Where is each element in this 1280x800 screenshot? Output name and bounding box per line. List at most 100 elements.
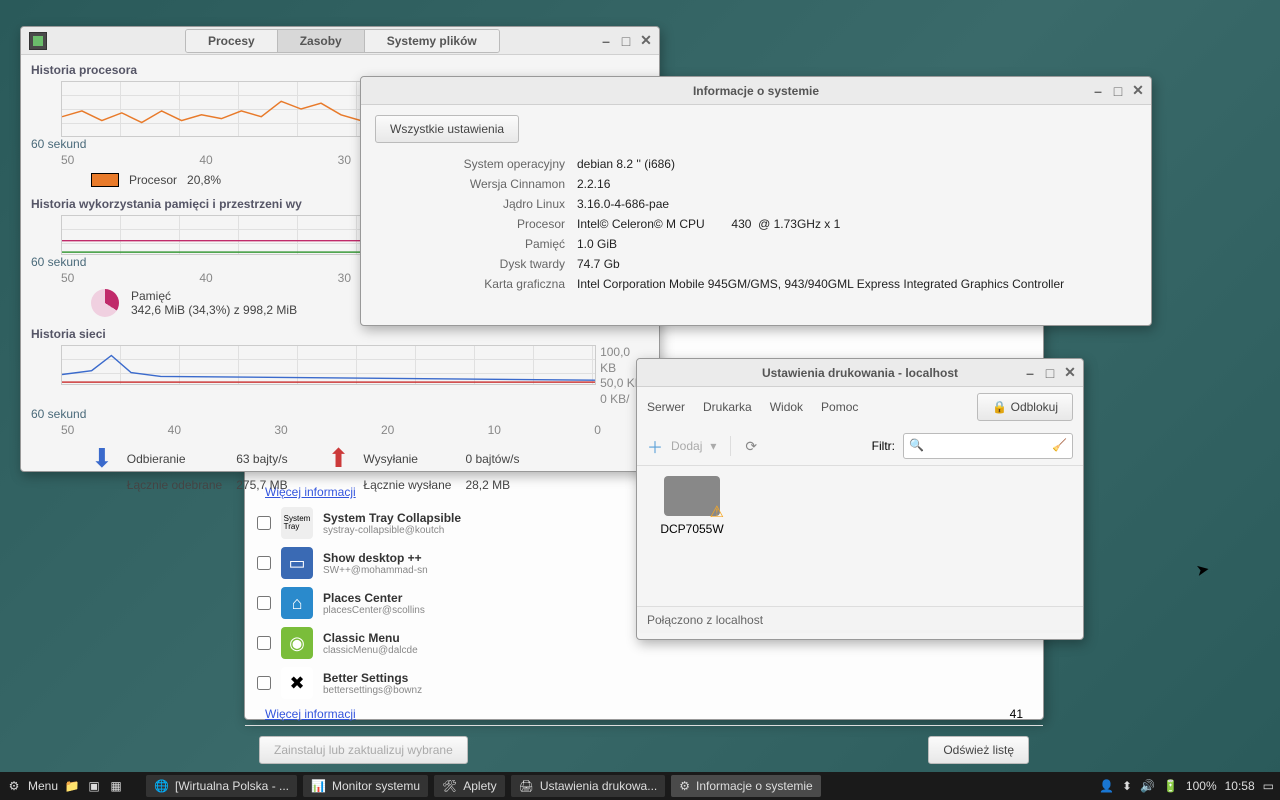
axis-label: 60 sekund [31, 407, 86, 421]
menu-printer[interactable]: Drukarka [703, 400, 752, 414]
applets-icon: 🛠 [442, 779, 457, 793]
task-printing[interactable]: 🖨Ustawienia drukowa... [511, 775, 666, 797]
tray-battery-icon[interactable]: 🔋 [1163, 779, 1178, 793]
menu-help[interactable]: Pomoc [821, 400, 858, 414]
applet-checkbox[interactable] [257, 676, 271, 690]
applet-checkbox[interactable] [257, 636, 271, 650]
applet-id: systray-collapsible@koutch [323, 525, 461, 536]
applet-checkbox[interactable] [257, 556, 271, 570]
menu-view[interactable]: Widok [770, 400, 803, 414]
mem-value: 342,6 MiB (34,3%) z 998,2 MiB [131, 303, 297, 317]
tray-clock[interactable]: 10:58 [1225, 779, 1255, 793]
terminal-icon[interactable]: ▣ [86, 778, 102, 794]
monitor-icon [29, 32, 47, 50]
printwin-titlebar[interactable]: Ustawienia drukowania - localhost – □ ✕ [637, 359, 1083, 387]
sysinfo-titlebar[interactable]: Informacje o systemie – □ ✕ [361, 77, 1151, 105]
applet-name: System Tray Collapsible [323, 511, 461, 525]
task-sysinfo[interactable]: ⚙Informacje o systemie [671, 775, 820, 797]
close-icon[interactable]: ✕ [637, 32, 655, 50]
filter-input[interactable] [903, 433, 1073, 459]
close-icon[interactable]: ✕ [1129, 82, 1147, 100]
applet-name: Better Settings [323, 671, 422, 685]
applet-checkbox[interactable] [257, 516, 271, 530]
applet-row[interactable]: ✖ Better Settingsbettersettings@bownz [245, 663, 1043, 703]
mem-label: Pamięć [385, 237, 565, 251]
tray-volume-icon[interactable]: 🔊 [1140, 779, 1155, 793]
axis-label: 60 sekund [31, 137, 86, 151]
cpu-legend: Procesor [129, 173, 177, 187]
mouse-cursor: ➤ [1194, 559, 1211, 581]
chevron-down-icon[interactable]: ▾ [710, 439, 716, 453]
gfx-value: Intel Corporation Mobile 945GM/GMS, 943/… [577, 277, 1127, 291]
unlock-button[interactable]: 🔒 Odblokuj [977, 393, 1073, 421]
task-monitor[interactable]: 📊Monitor systemu [303, 775, 428, 797]
menu-server[interactable]: Serwer [647, 400, 685, 414]
minimize-icon[interactable]: – [1089, 82, 1107, 100]
files-icon[interactable]: 📁 [64, 778, 80, 794]
app-icon[interactable]: ▦ [108, 778, 124, 794]
filter-label: Filtr: [872, 439, 895, 453]
all-settings-button[interactable]: Wszystkie ustawienia [375, 115, 519, 143]
applet-id: bettersettings@bownz [323, 685, 422, 696]
applet-link-row: Więcej informacji 41 [245, 703, 1043, 725]
menu-gear-icon[interactable]: ⚙ [6, 778, 22, 794]
gfx-label: Karta graficzna [385, 277, 565, 291]
tab-procesy[interactable]: Procesy [186, 30, 277, 52]
send-total-label: Łącznie wysłane [363, 478, 451, 492]
minimize-icon[interactable]: – [1021, 364, 1039, 382]
tab-zasoby[interactable]: Zasoby [277, 30, 364, 52]
cpu-history-title: Historia procesora [31, 63, 649, 77]
cinnamon-value: 2.2.16 [577, 177, 1127, 191]
tray-network-icon[interactable]: ⬍ [1122, 779, 1132, 793]
sysmon-tabs: Procesy Zasoby Systemy plików [185, 29, 500, 53]
os-value: debian 8.2 '' (i686) [577, 157, 1127, 171]
close-icon[interactable]: ✕ [1061, 364, 1079, 382]
printer-name: DCP7055W [647, 522, 737, 536]
task-applets[interactable]: 🛠Aplety [434, 775, 505, 797]
send-value: 0 bajtów/s [465, 452, 519, 466]
add-icon[interactable]: ＋ [647, 434, 663, 458]
tray-user-icon[interactable]: 👤 [1099, 779, 1114, 793]
applet-id: placesCenter@scollins [323, 605, 425, 616]
globe-icon: 🌐 [154, 779, 169, 793]
tab-systemy[interactable]: Systemy plików [364, 30, 499, 52]
more-info-link[interactable]: Więcej informacji [265, 707, 356, 721]
add-label: Dodaj [671, 439, 702, 453]
applet-name: Classic Menu [323, 631, 418, 645]
clear-icon[interactable]: 🧹 [1052, 438, 1067, 452]
install-button[interactable]: Zainstaluj lub zaktualizuj wybrane [259, 736, 468, 764]
sysmon-titlebar[interactable]: Procesy Zasoby Systemy plików – □ ✕ [21, 27, 659, 55]
printer-item[interactable]: DCP7055W [647, 476, 737, 596]
kernel-value: 3.16.0-4-686-pae [577, 197, 1127, 211]
applet-id: SW++@mohammad-sn [323, 565, 428, 576]
statusbar: Połączono z localhost [637, 606, 1083, 633]
send-total-value: 28,2 MB [465, 478, 519, 492]
maximize-icon[interactable]: □ [1041, 364, 1059, 382]
recv-total-value: 275,7 MB [236, 478, 287, 492]
settings-icon: ✖ [281, 667, 313, 699]
mem-legend: Pamięć [131, 289, 297, 303]
window-title: Ustawienia drukowania - localhost [762, 366, 958, 380]
window-title: Informacje o systemie [693, 84, 819, 98]
print-settings-window: Ustawienia drukowania - localhost – □ ✕ … [636, 358, 1084, 640]
os-label: System operacyjny [385, 157, 565, 171]
applet-name: Show desktop ++ [323, 551, 428, 565]
battery-pct: 100% [1186, 779, 1217, 793]
download-arrow-icon: ⬇ [91, 443, 113, 474]
memory-pie-icon [91, 289, 119, 317]
applet-checkbox[interactable] [257, 596, 271, 610]
monitor-icon: 📊 [311, 779, 326, 793]
cpu-value: Intel© Celeron© M CPU 430 @ 1.73GHz x 1 [577, 217, 1127, 231]
maximize-icon[interactable]: □ [617, 32, 635, 50]
printer-icon [664, 476, 720, 516]
minimize-icon[interactable]: – [597, 32, 615, 50]
task-browser[interactable]: 🌐[Wirtualna Polska - ... [146, 775, 297, 797]
applet-count: 41 [1010, 707, 1023, 721]
info-icon: ⚙ [679, 779, 690, 793]
tray-show-desktop-icon[interactable]: ▭ [1263, 779, 1274, 793]
menu-button[interactable]: Menu [28, 779, 58, 793]
maximize-icon[interactable]: □ [1109, 82, 1127, 100]
refresh-icon[interactable]: ⟳ [745, 438, 757, 455]
refresh-button[interactable]: Odśwież listę [928, 736, 1029, 764]
net-graph [61, 345, 596, 385]
